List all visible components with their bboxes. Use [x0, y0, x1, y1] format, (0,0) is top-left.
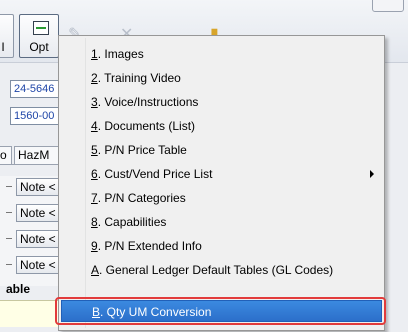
menu-key: 2 [91, 71, 98, 85]
part-number-field[interactable]: 24-5646 [10, 80, 60, 98]
row-marker [6, 212, 12, 213]
menu-key: 8 [91, 215, 98, 229]
toolbar-left-label: I [1, 40, 5, 54]
note-button[interactable]: Note < [16, 178, 62, 196]
toolbar-left-button[interactable]: I [0, 14, 14, 58]
secondary-number-field[interactable]: 1560-00 [10, 107, 60, 125]
menu-label: . Capabilities [97, 215, 167, 229]
menu-label: . Documents (List) [97, 119, 196, 133]
grid-label: able [6, 282, 31, 296]
menu-label: . Training Video [97, 71, 181, 85]
menu-item-pn-categories[interactable]: 7. P/N Categories [61, 187, 382, 209]
menu-label: . Cust/Vend Price List [97, 167, 213, 181]
note-button[interactable]: Note < [16, 204, 62, 222]
window-control-button[interactable] [372, 0, 404, 12]
menu-item-qty-um-conversion[interactable]: B. Qty UM Conversion [61, 300, 382, 322]
menu-label: . Qty UM Conversion [100, 305, 212, 319]
options-label: Opt [29, 40, 49, 54]
menu-key: 6 [91, 167, 98, 181]
menu-key: 4 [91, 119, 98, 133]
row-marker [6, 186, 12, 187]
menu-label: . General Ledger Default Tables (GL Code… [99, 263, 334, 277]
options-button[interactable]: Opt [19, 14, 59, 58]
tab-prev[interactable]: o [0, 146, 12, 164]
submenu-arrow-icon [370, 170, 374, 178]
options-icon [33, 21, 49, 35]
menu-key: 7 [91, 191, 98, 205]
menu-label: . P/N Extended Info [97, 239, 202, 253]
tab-hazmat[interactable]: HazM [14, 146, 64, 164]
menu-item-capabilities[interactable]: 8. Capabilities [61, 211, 382, 233]
row-marker [6, 238, 12, 239]
menu-item-cust-vend-price-list[interactable]: 6. Cust/Vend Price List [61, 163, 382, 185]
tab-strip: o HazM [0, 144, 64, 165]
options-menu: 1. Images 2. Training Video 3. Voice/Ins… [58, 35, 385, 331]
menu-label: . Voice/Instructions [97, 95, 199, 109]
menu-label: . Images [97, 47, 144, 61]
menu-item-images[interactable]: 1. Images [61, 43, 382, 65]
menu-key: 3 [91, 95, 98, 109]
menu-item-voice-instructions[interactable]: 3. Voice/Instructions [61, 91, 382, 113]
menu-key: 5 [91, 143, 98, 157]
notes-grid: Note < Note < Note < Note < [0, 176, 62, 286]
menu-key: 1 [91, 47, 98, 61]
menu-item-pn-price-table[interactable]: 5. P/N Price Table [61, 139, 382, 161]
row-marker [6, 264, 12, 265]
menu-item-pn-extended-info[interactable]: 9. P/N Extended Info [61, 235, 382, 257]
menu-key: 9 [91, 239, 98, 253]
bottom-strip [0, 300, 62, 327]
menu-item-documents[interactable]: 4. Documents (List) [61, 115, 382, 137]
menu-key: B [92, 305, 101, 319]
note-button[interactable]: Note < [16, 230, 62, 248]
menu-label: . P/N Price Table [97, 143, 187, 157]
note-button[interactable]: Note < [16, 256, 62, 274]
menu-item-training-video[interactable]: 2. Training Video [61, 67, 382, 89]
menu-label: . P/N Categories [97, 191, 186, 205]
menu-key: A [91, 263, 100, 277]
menu-item-gl-default-tables[interactable]: A. General Ledger Default Tables (GL Cod… [61, 259, 382, 281]
